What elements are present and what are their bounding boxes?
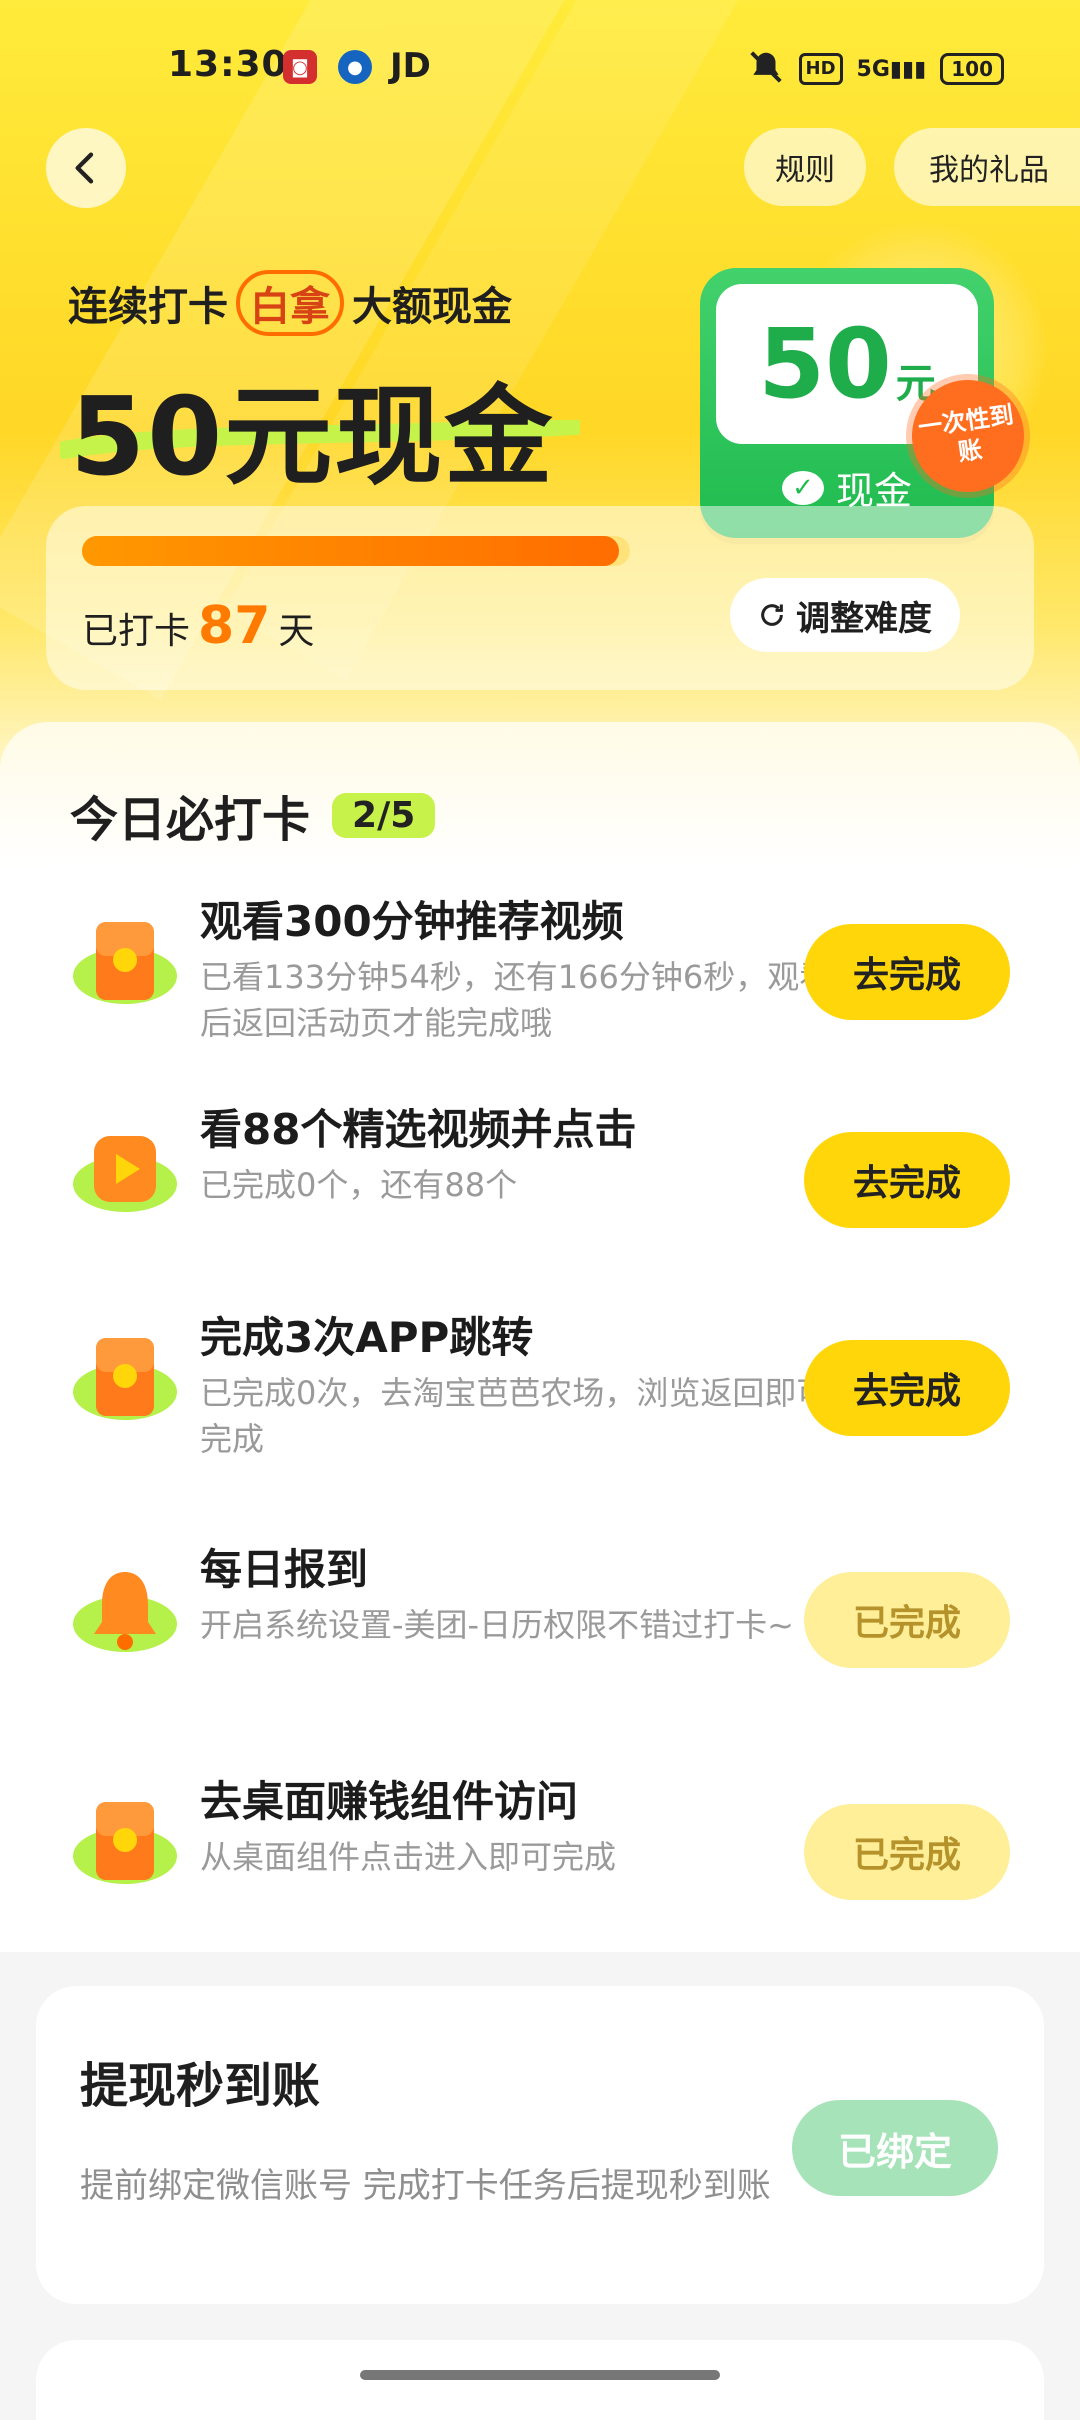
hero-subtitle-before: 连续打卡 [68,284,228,330]
tasks-title: 今日必打卡 [61,780,319,850]
checkin-suffix: 天 [278,611,315,652]
back-button[interactable] [46,128,126,208]
section-title: 今日必打卡 2/5 [61,780,436,850]
refresh-icon [761,604,783,626]
mute-bell-icon [747,48,785,90]
status-carrier-text: JD [390,46,431,86]
red-envelope-icon [73,922,177,1004]
go-complete-button[interactable]: 去完成 [804,1132,1010,1228]
go-complete-button[interactable]: 去完成 [804,924,1010,1020]
bound-button[interactable]: 已绑定 [792,2100,998,2196]
rules-button[interactable]: 规则 [744,128,866,206]
task-title: 去桌面赚钱组件访问 [200,1777,579,1826]
list-item: 完成3次APP跳转 已完成0次，去淘宝芭芭农场，浏览返回即可完成 去完成 [70,1304,1020,1494]
go-complete-button[interactable]: 去完成 [804,1340,1010,1436]
task-title: 观看300分钟推荐视频 [200,897,624,946]
notification-blue-icon: ● [338,50,372,84]
list-item: 观看300分钟推荐视频 已看133分钟54秒，还有166分钟6秒，观看后返回活动… [70,888,1020,1078]
task-title: 看88个精选视频并点击 [200,1105,637,1154]
progress-bar [82,536,630,566]
tasks-count-badge: 2/5 [332,792,436,838]
completed-button[interactable]: 已完成 [804,1572,1010,1668]
withdraw-desc: 提前绑定微信账号 完成打卡任务后提现秒到账 [80,2166,771,2206]
completed-button[interactable]: 已完成 [804,1804,1010,1900]
hero-subtitle-after: 大额现金 [352,284,512,330]
bell-icon [73,1572,177,1652]
notification-red-icon: ◙ [283,50,317,84]
adjust-difficulty-button[interactable]: 调整难度 [730,578,960,652]
status-bar: 13:30 ◙ ● JD HD 5G▮▮▮ 100 [0,0,1080,130]
signal-icon: 5G▮▮▮ [856,56,927,82]
chevron-left-icon [75,152,94,184]
hero-subtitle-highlight: 白拿 [236,270,344,336]
task-desc: 开启系统设置-美团-日历权限不错过打卡~ [200,1606,794,1644]
progress-bar-fill [82,536,620,566]
list-item: 看88个精选视频并点击 已完成0个，还有88个 去完成 [70,1096,1020,1286]
checkin-prefix: 已打卡 [82,611,191,652]
adjust-difficulty-label: 调整难度 [796,598,932,639]
play-video-icon [73,1136,177,1212]
checkin-days: 已打卡 87 天 [82,596,314,656]
home-indicator[interactable] [360,2370,720,2380]
network-type: 5G [856,56,890,82]
status-time: 13:30 [168,44,288,85]
task-title: 每日报到 [200,1545,369,1594]
reward-amount: 50 [758,308,892,420]
hero-subtitle: 连续打卡 白拿 大额现金 [68,270,512,336]
red-envelope-icon [73,1338,177,1420]
checkin-days-count: 87 [198,596,271,656]
my-gifts-button[interactable]: 我的礼品 [894,128,1080,206]
hero-title: 50元现金 [70,375,555,500]
progress-card: 已打卡 87 天 调整难度 [46,506,1034,690]
list-item: 每日报到 开启系统设置-美团-日历权限不错过打卡~ 已完成 [70,1536,1020,1726]
red-envelope-icon [73,1802,177,1884]
hd-indicator: HD [798,53,843,85]
withdraw-title: 提现秒到账 [71,2046,329,2116]
task-desc: 已看133分钟54秒，还有166分钟6秒，观看后返回活动页才能完成哦 [200,958,832,1042]
status-right-icons: HD 5G▮▮▮ 100 [747,48,1004,90]
task-title: 完成3次APP跳转 [200,1313,534,1362]
withdraw-card: 提现秒到账 提前绑定微信账号 完成打卡任务后提现秒到账 已绑定 [36,1986,1044,2304]
battery-icon: 100 [940,53,1004,85]
wechat-icon: ✓ [781,470,824,505]
next-card [36,2340,1044,2420]
task-desc: 已完成0个，还有88个 [200,1166,518,1204]
list-item: 去桌面赚钱组件访问 从桌面组件点击进入即可完成 已完成 [70,1768,1020,1958]
task-desc: 已完成0次，去淘宝芭芭农场，浏览返回即可完成 [200,1374,829,1458]
task-desc: 从桌面组件点击进入即可完成 [200,1838,617,1876]
